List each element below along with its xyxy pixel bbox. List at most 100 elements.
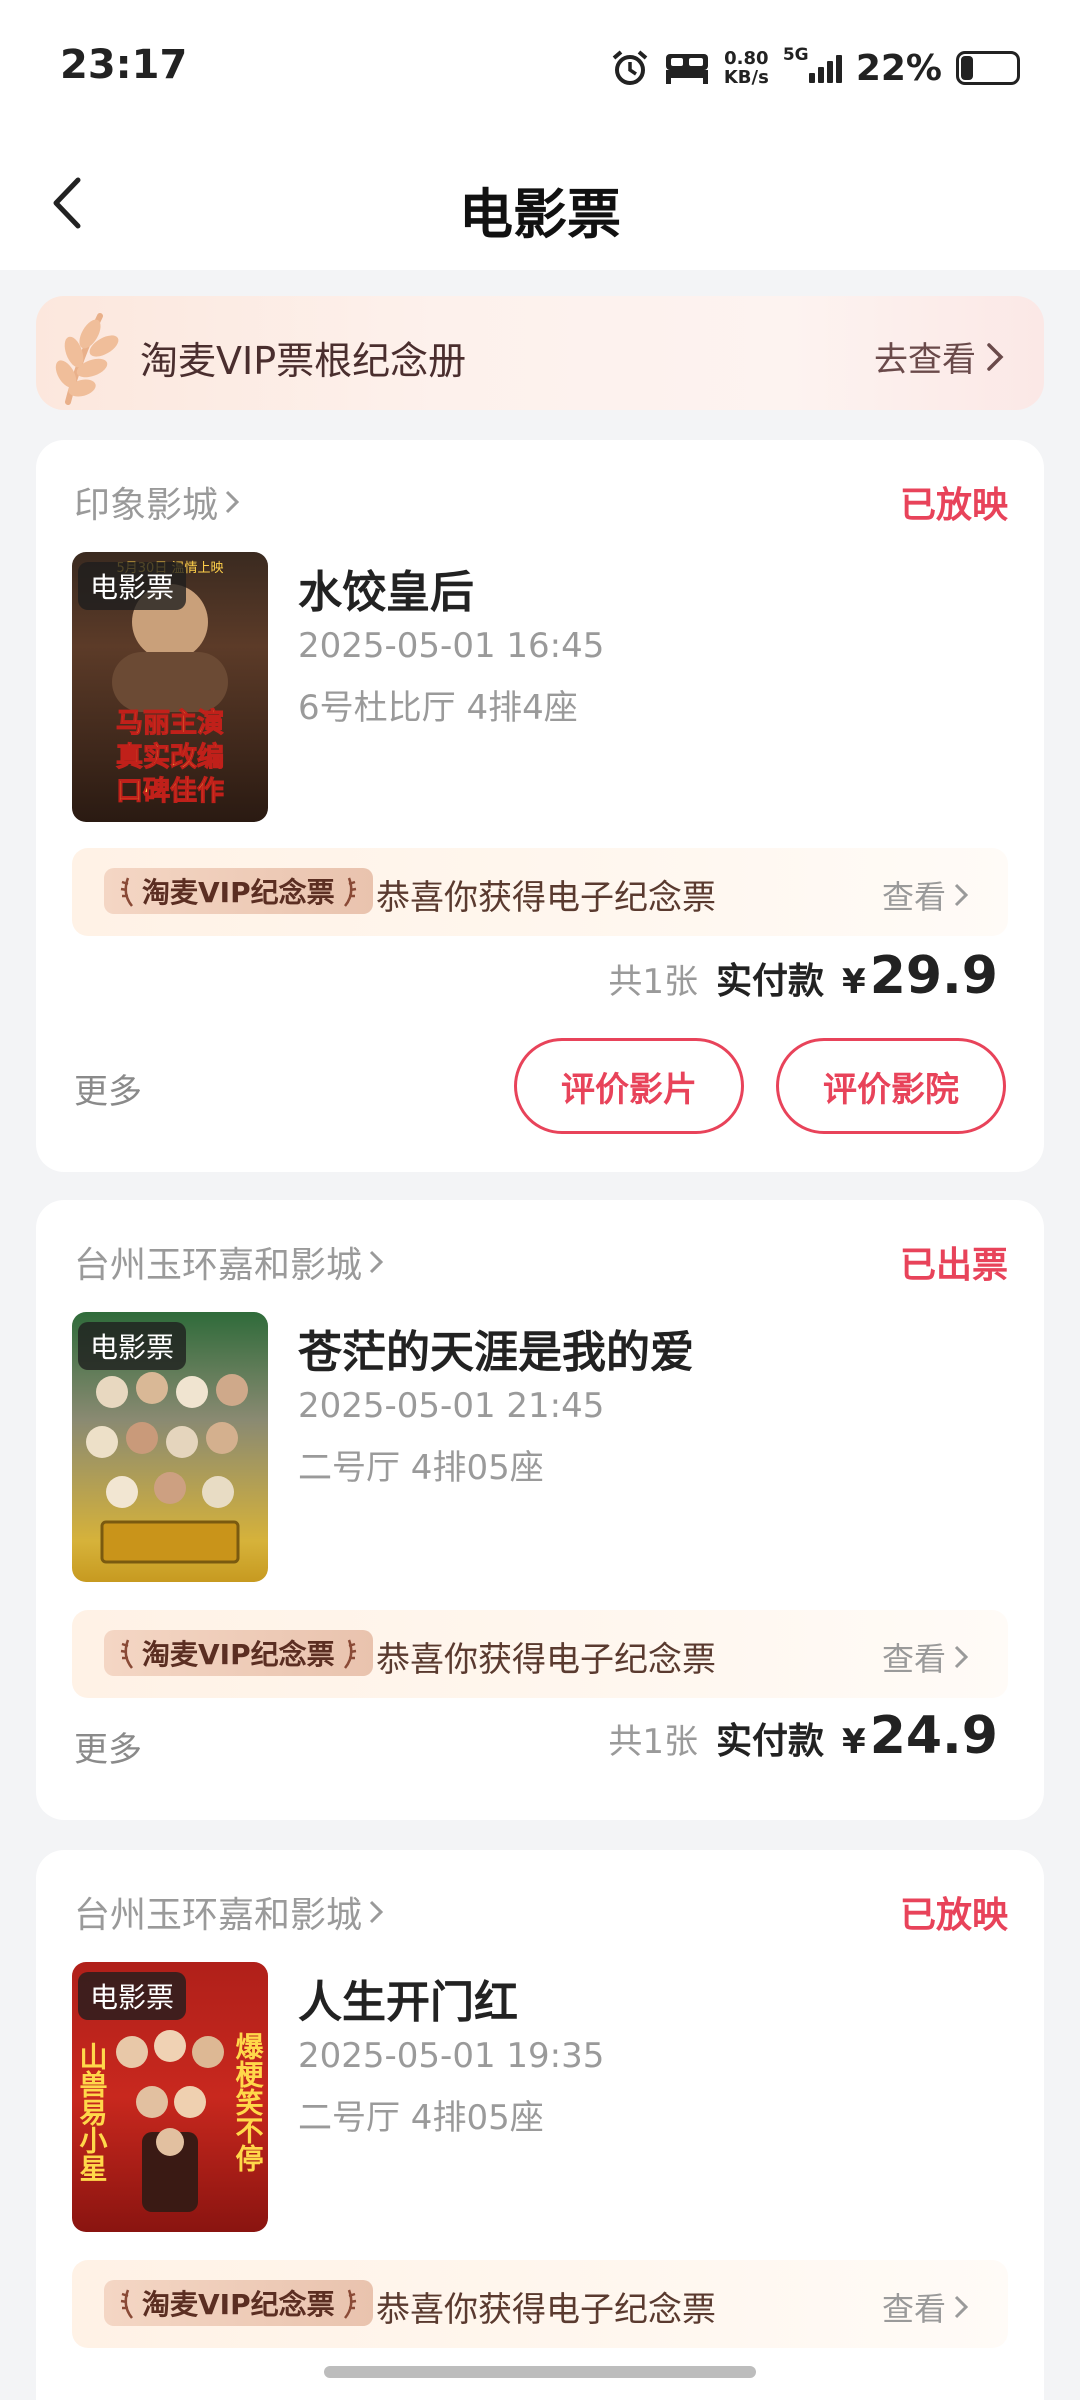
review-cinema-button[interactable]: 评价影院 — [776, 1038, 1006, 1134]
price-label: 实付款 — [716, 961, 825, 1002]
souvenir-view-label: 查看 — [881, 2290, 946, 2328]
poster-side-text: 爆梗笑不停 — [232, 2032, 265, 2172]
poster-text-line: 口碑佳作 — [116, 776, 224, 807]
souvenir-badge-label: 淘麦VIP纪念票 — [142, 1638, 335, 1671]
currency-symbol: ¥ — [842, 962, 866, 1002]
order-card[interactable]: 印象影城 已放映 5月30日 温情上映 马丽主演 真实改编 口碑佳作 电影票 水… — [36, 440, 1044, 1172]
show-datetime: 2025-05-01 19:35 — [298, 2036, 605, 2076]
movie-title[interactable]: 水饺皇后 — [298, 556, 474, 620]
laurel-right-icon — [343, 877, 356, 907]
status-bar: 23:17 0.80 KB/s 5G 22% — [0, 0, 1080, 140]
movie-title[interactable]: 苍茫的天涯是我的爱 — [298, 1316, 694, 1380]
cinema-link[interactable]: 台州玉环嘉和影城 — [74, 1886, 384, 1938]
vip-souvenir-badge: 淘麦VIP纪念票 — [104, 2280, 373, 2326]
movie-poster[interactable]: 山兽易小星 爆梗笑不停 电影票 — [72, 1962, 268, 2232]
souvenir-view-link[interactable]: 查看 — [882, 2284, 968, 2330]
laurel-left-icon — [120, 877, 133, 907]
souvenir-text: 恭喜你获得电子纪念票 — [376, 878, 716, 918]
chevron-right-icon — [225, 490, 240, 514]
laurel-right-icon — [343, 2289, 356, 2319]
cinema-name: 印象影城 — [74, 485, 219, 526]
wheat-icon — [55, 313, 119, 405]
nav-bar: 电影票 — [0, 140, 1080, 270]
poster-tag: 电影票 — [78, 562, 187, 610]
seat-info: 二号厅 4排05座 — [298, 2098, 544, 2138]
vip-banner-title: 淘麦VIP票根纪念册 — [140, 339, 467, 383]
seat-info: 6号杜比厅 4排4座 — [298, 688, 578, 728]
chevron-right-icon — [369, 1900, 384, 1924]
poster-tag: 电影票 — [78, 1322, 187, 1370]
price-row: 共1张 实付款 ¥29.9 — [608, 946, 998, 1006]
show-datetime: 2025-05-01 21:45 — [298, 1386, 605, 1426]
vip-banner-link[interactable]: 去查看 — [874, 332, 1004, 381]
ticket-count: 共1张 — [608, 1722, 698, 1762]
order-card[interactable]: 台州玉环嘉和影城 已放映 山兽易小星 爆梗笑不停 电影票 人生开门红 2025-… — [36, 1850, 1044, 2400]
battery-percent: 22% — [855, 47, 942, 89]
vip-souvenir-badge: 淘麦VIP纪念票 — [104, 1630, 373, 1676]
poster-side-text: 山兽易小星 — [76, 2042, 109, 2182]
souvenir-badge-label: 淘麦VIP纪念票 — [142, 2288, 335, 2321]
movie-poster[interactable]: 5月30日 温情上映 马丽主演 真实改编 口碑佳作 电影票 — [72, 552, 268, 822]
price-row: 共1张 实付款 ¥24.9 — [608, 1706, 998, 1766]
laurel-left-icon — [120, 1639, 133, 1669]
price-label: 实付款 — [716, 1721, 825, 1762]
chevron-right-icon — [954, 1645, 968, 1669]
status-time: 23:17 — [60, 42, 188, 88]
currency-symbol: ¥ — [842, 1722, 866, 1762]
vip-souvenir-badge: 淘麦VIP纪念票 — [104, 868, 373, 914]
status-icons: 0.80 KB/s 5G 22% — [610, 44, 1020, 92]
seat-info: 二号厅 4排05座 — [298, 1448, 544, 1488]
net-speed: 0.80 KB/s — [724, 49, 769, 87]
souvenir-ticket-row[interactable]: 淘麦VIP纪念票 恭喜你获得电子纪念票 查看 — [72, 1610, 1008, 1698]
cinema-name: 台州玉环嘉和影城 — [74, 1895, 363, 1936]
order-status: 已放映 — [899, 485, 1008, 526]
net-speed-unit: KB/s — [723, 67, 769, 88]
battery-fill — [961, 56, 973, 80]
movie-title[interactable]: 人生开门红 — [298, 1966, 518, 2030]
price-value: ¥29.9 — [842, 946, 998, 1006]
laurel-left-icon — [120, 2289, 133, 2319]
order-card[interactable]: 台州玉环嘉和影城 已出票 电影票 苍茫的天涯是我的爱 2025-05-01 21… — [36, 1200, 1044, 1820]
price-amount: 24.9 — [869, 1706, 998, 1766]
chevron-right-icon — [954, 2295, 968, 2319]
price-amount: 29.9 — [869, 946, 998, 1006]
poster-text-line: 马丽主演 — [116, 707, 224, 739]
vip-banner-link-label: 去查看 — [874, 340, 976, 380]
chevron-right-icon — [954, 883, 968, 907]
alarm-icon — [612, 50, 648, 85]
ticket-count: 共1张 — [608, 962, 698, 1002]
show-datetime: 2025-05-01 16:45 — [298, 626, 605, 666]
souvenir-view-link[interactable]: 查看 — [882, 872, 968, 918]
cinema-name: 台州玉环嘉和影城 — [74, 1245, 363, 1286]
price-value: ¥24.9 — [842, 1706, 998, 1766]
network-type: 5G — [782, 45, 809, 65]
more-button[interactable]: 更多 — [74, 1722, 142, 1771]
page-title: 电影票 — [459, 183, 621, 246]
review-movie-button[interactable]: 评价影片 — [514, 1038, 744, 1134]
souvenir-view-label: 查看 — [881, 878, 946, 916]
souvenir-ticket-row[interactable]: 淘麦VIP纪念票 恭喜你获得电子纪念票 查看 — [72, 2260, 1008, 2348]
net-speed-value: 0.80 — [724, 48, 769, 69]
chevron-right-icon — [987, 342, 1004, 371]
signal-icon: 5G — [783, 45, 842, 83]
souvenir-text: 恭喜你获得电子纪念票 — [376, 2290, 716, 2330]
poster-text-line: 真实改编 — [116, 741, 224, 773]
laurel-right-icon — [343, 1639, 356, 1669]
souvenir-ticket-row[interactable]: 淘麦VIP纪念票 恭喜你获得电子纪念票 查看 — [72, 848, 1008, 936]
order-status: 已放映 — [899, 1895, 1008, 1936]
battery-icon — [956, 51, 1020, 85]
order-status: 已出票 — [899, 1245, 1008, 1286]
home-indicator[interactable] — [324, 2366, 756, 2378]
poster-tag: 电影票 — [78, 1972, 187, 2020]
cinema-link[interactable]: 台州玉环嘉和影城 — [74, 1236, 384, 1288]
cinema-link[interactable]: 印象影城 — [74, 476, 240, 528]
bed-icon — [665, 54, 708, 84]
movie-poster[interactable]: 电影票 — [72, 1312, 268, 1582]
souvenir-badge-label: 淘麦VIP纪念票 — [142, 876, 335, 909]
vip-souvenir-banner[interactable]: 淘麦VIP票根纪念册 去查看 — [36, 296, 1044, 410]
more-button[interactable]: 更多 — [74, 1064, 142, 1113]
souvenir-view-label: 查看 — [881, 1640, 946, 1678]
souvenir-view-link[interactable]: 查看 — [882, 1634, 968, 1680]
souvenir-text: 恭喜你获得电子纪念票 — [376, 1640, 716, 1680]
chevron-right-icon — [369, 1250, 384, 1274]
